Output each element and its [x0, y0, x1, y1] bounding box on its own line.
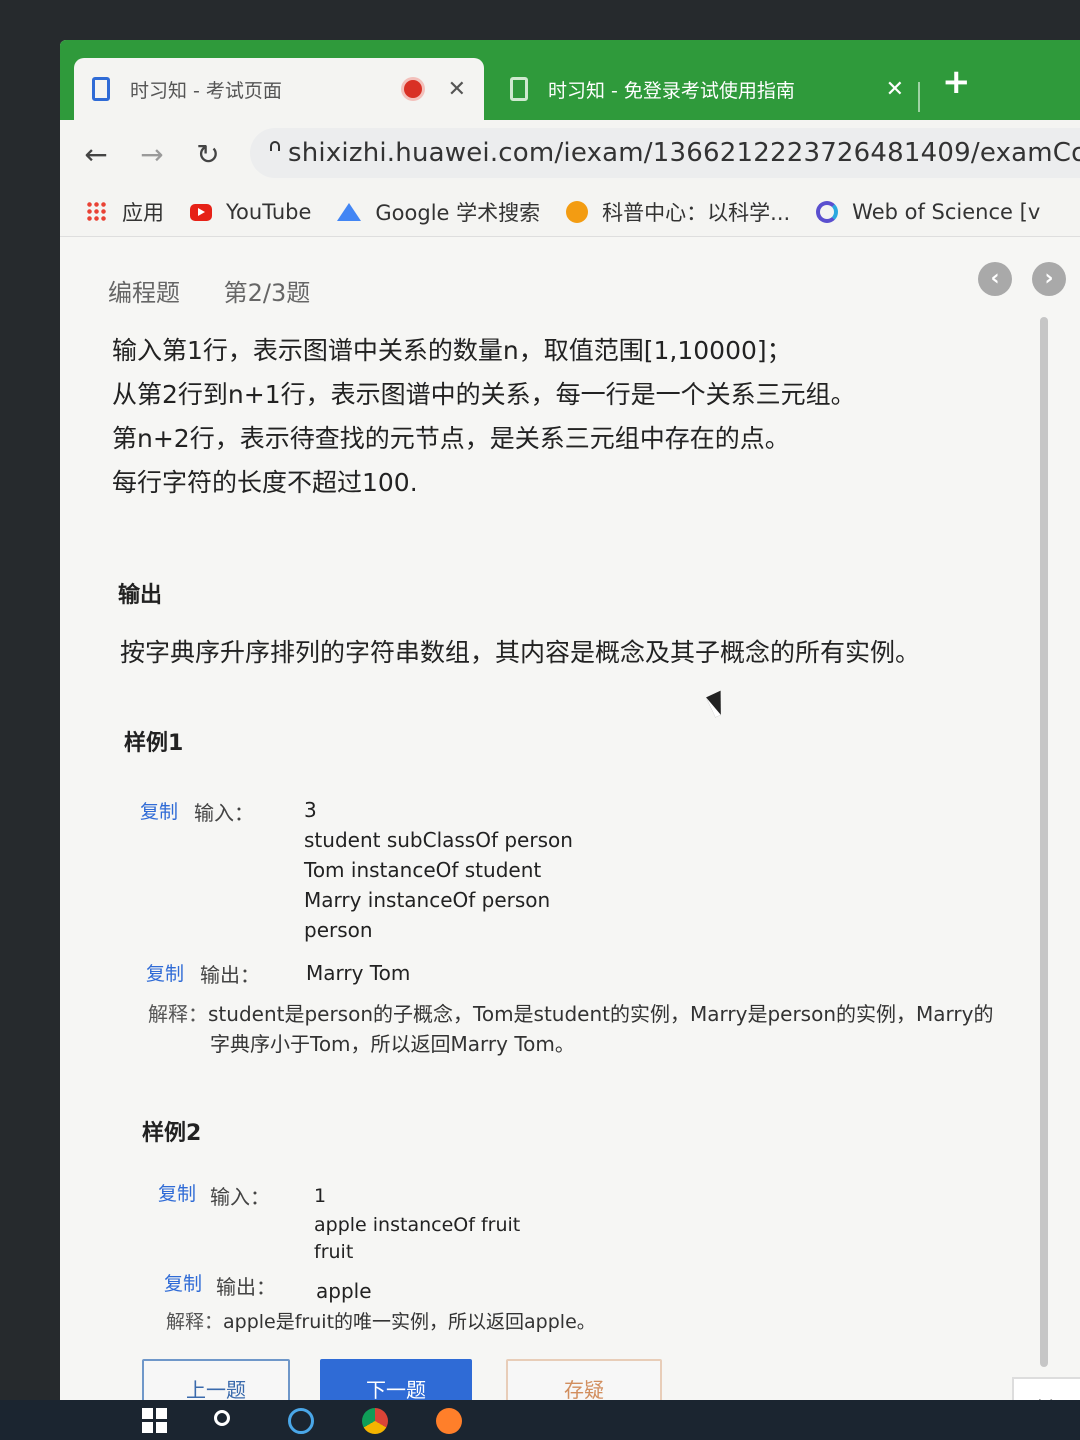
apps-icon [86, 201, 108, 223]
close-icon[interactable]: ✕ [886, 77, 904, 102]
input-line: Marry instanceOf person [304, 888, 551, 912]
sample-2-input: 1 apple instanceOf fruit fruit [314, 1181, 520, 1265]
output-description: 按字典序升序排列的字符串数组，其内容是概念及其子概念的所有实例。 [120, 638, 921, 667]
chevron-left-icon[interactable]: ‹ [978, 262, 1012, 296]
tab-strip: 时习知 - 考试页面 ✕ 时习知 - 免登录考试使用指南 ✕ + [60, 40, 1080, 120]
explain-line: apple是fruit的唯一实例，所以返回apple。 [223, 1311, 596, 1333]
sample-2-output: apple [316, 1279, 372, 1303]
kepu-icon [566, 201, 589, 223]
output-label: 输出： [200, 963, 260, 987]
input-line: student subClassOf person [304, 828, 573, 852]
back-icon[interactable]: ← [76, 138, 116, 171]
wos-icon [816, 201, 839, 223]
navigation-bar: ← → ↻ shixizhi.huawei.com/iexam/13662122… [60, 120, 1080, 188]
bookmark-label: YouTube [226, 200, 312, 224]
explain-line: 字典序小于Tom，所以返回Marry Tom。 [210, 1032, 575, 1056]
sample-2-explanation: 解释：apple是fruit的唯一实例，所以返回apple。 [166, 1307, 1026, 1337]
youtube-icon [190, 203, 212, 221]
input-label: 输入： [210, 1185, 270, 1209]
bookmark-label: 应用 [122, 201, 164, 225]
taskbar [0, 1400, 1080, 1440]
bookmark-google-scholar[interactable]: Google 学术搜索 [337, 197, 540, 227]
description-line: 输入第1行，表示图谱中关系的数量n，取值范围[1,10000]； [112, 336, 792, 365]
sample-2-heading: 样例2 [142, 1121, 202, 1146]
task-view-icon[interactable] [288, 1408, 314, 1434]
search-icon[interactable] [214, 1410, 230, 1426]
description-line: 每行字符的长度不超过100. [112, 468, 418, 497]
explain-label: 解释： [166, 1311, 224, 1333]
url-text: shixizhi.huawei.com/iexam/13662122237264… [288, 138, 1080, 168]
mark-doubt-button[interactable]: 存疑 [506, 1359, 662, 1400]
explain-line: student是person的子概念，Tom是student的实例，Marry是… [208, 1002, 994, 1026]
firefox-icon[interactable] [436, 1408, 462, 1434]
bookmark-label: Web of Science [v [852, 200, 1041, 224]
copy-output-button[interactable]: 复制 [164, 1269, 202, 1296]
next-question-button[interactable]: 下一题 [320, 1359, 472, 1400]
forward-icon[interactable]: → [132, 138, 172, 171]
copy-input-button[interactable]: 复制 [158, 1179, 196, 1206]
close-icon[interactable]: ✕ [448, 77, 466, 102]
input-line: fruit [314, 1241, 354, 1263]
tab-exam-guide[interactable]: 时习知 - 免登录考试使用指南 ✕ [492, 58, 922, 120]
previous-question-button[interactable]: 上一题 [142, 1359, 290, 1400]
bookmark-apps[interactable]: 应用 [86, 197, 164, 227]
page-icon [92, 77, 110, 101]
question-header: 编程题 第2/3题 [108, 273, 346, 308]
side-floating-panel[interactable]: shi [1012, 1377, 1080, 1400]
reload-icon[interactable]: ↻ [188, 138, 228, 171]
scholar-icon [337, 203, 362, 221]
bookmarks-bar: 应用 YouTube Google 学术搜索 科普中心：以科学... Web o… [60, 188, 1080, 237]
input-line: Tom instanceOf student [304, 858, 542, 882]
input-line: 1 [314, 1185, 327, 1207]
tab-title: 时习知 - 考试页面 [130, 79, 282, 102]
windows-start-icon[interactable] [142, 1408, 168, 1434]
description-line: 从第2行到n+1行，表示图谱中的关系，每一行是一个关系三元组。 [112, 380, 856, 409]
sample-1-heading: 样例1 [124, 731, 184, 756]
input-label: 输入： [194, 801, 254, 825]
tab-separator [918, 82, 920, 112]
explain-label: 解释： [148, 1002, 208, 1026]
input-line: apple instanceOf fruit [314, 1214, 521, 1236]
input-line: person [304, 918, 373, 942]
bookmark-label: 科普中心：以科学... [602, 201, 791, 225]
copy-output-button[interactable]: 复制 [146, 959, 184, 986]
question-type: 编程题 [108, 279, 180, 307]
sample-1-output: Marry Tom [306, 961, 411, 985]
bookmark-label: Google 学术搜索 [375, 201, 541, 225]
bookmark-kepu[interactable]: 科普中心：以科学... [566, 197, 790, 227]
address-bar[interactable]: shixizhi.huawei.com/iexam/13662122237264… [250, 128, 1080, 178]
page-icon [510, 77, 528, 101]
chrome-icon[interactable] [362, 1408, 388, 1434]
sample-1-explanation: 解释：student是person的子概念，Tom是student的实例，Mar… [148, 999, 1028, 1059]
question-progress: 第2/3题 [223, 279, 311, 307]
new-tab-button[interactable]: + [942, 62, 971, 102]
browser-window: 时习知 - 考试页面 ✕ 时习知 - 免登录考试使用指南 ✕ + ← → ↻ s… [60, 40, 1080, 1400]
mouse-cursor-icon [706, 690, 730, 718]
description-line: 第n+2行，表示待查找的元节点，是关系三元组中存在的点。 [112, 424, 790, 453]
exam-content: 编程题 第2/3题 ‹ › 输入第1行，表示图谱中关系的数量n，取值范围[1,1… [60, 237, 1080, 1400]
tab-title: 时习知 - 免登录考试使用指南 [548, 79, 795, 102]
bookmark-youtube[interactable]: YouTube [190, 200, 311, 224]
tab-exam-page[interactable]: 时习知 - 考试页面 ✕ [74, 58, 484, 120]
bookmark-web-of-science[interactable]: Web of Science [v [816, 200, 1040, 224]
copy-input-button[interactable]: 复制 [140, 797, 178, 824]
sample-1-input: 3 student subClassOf person Tom instance… [304, 795, 573, 945]
scrollbar[interactable] [1040, 317, 1048, 1367]
input-line: 3 [304, 798, 317, 822]
question-description: 输入第1行，表示图谱中关系的数量n，取值范围[1,10000]； 从第2行到n+… [112, 329, 1052, 505]
chevron-right-icon[interactable]: › [1032, 262, 1066, 296]
output-heading: 输出 [118, 583, 163, 608]
recording-icon [403, 80, 422, 98]
output-label: 输出： [216, 1275, 276, 1299]
